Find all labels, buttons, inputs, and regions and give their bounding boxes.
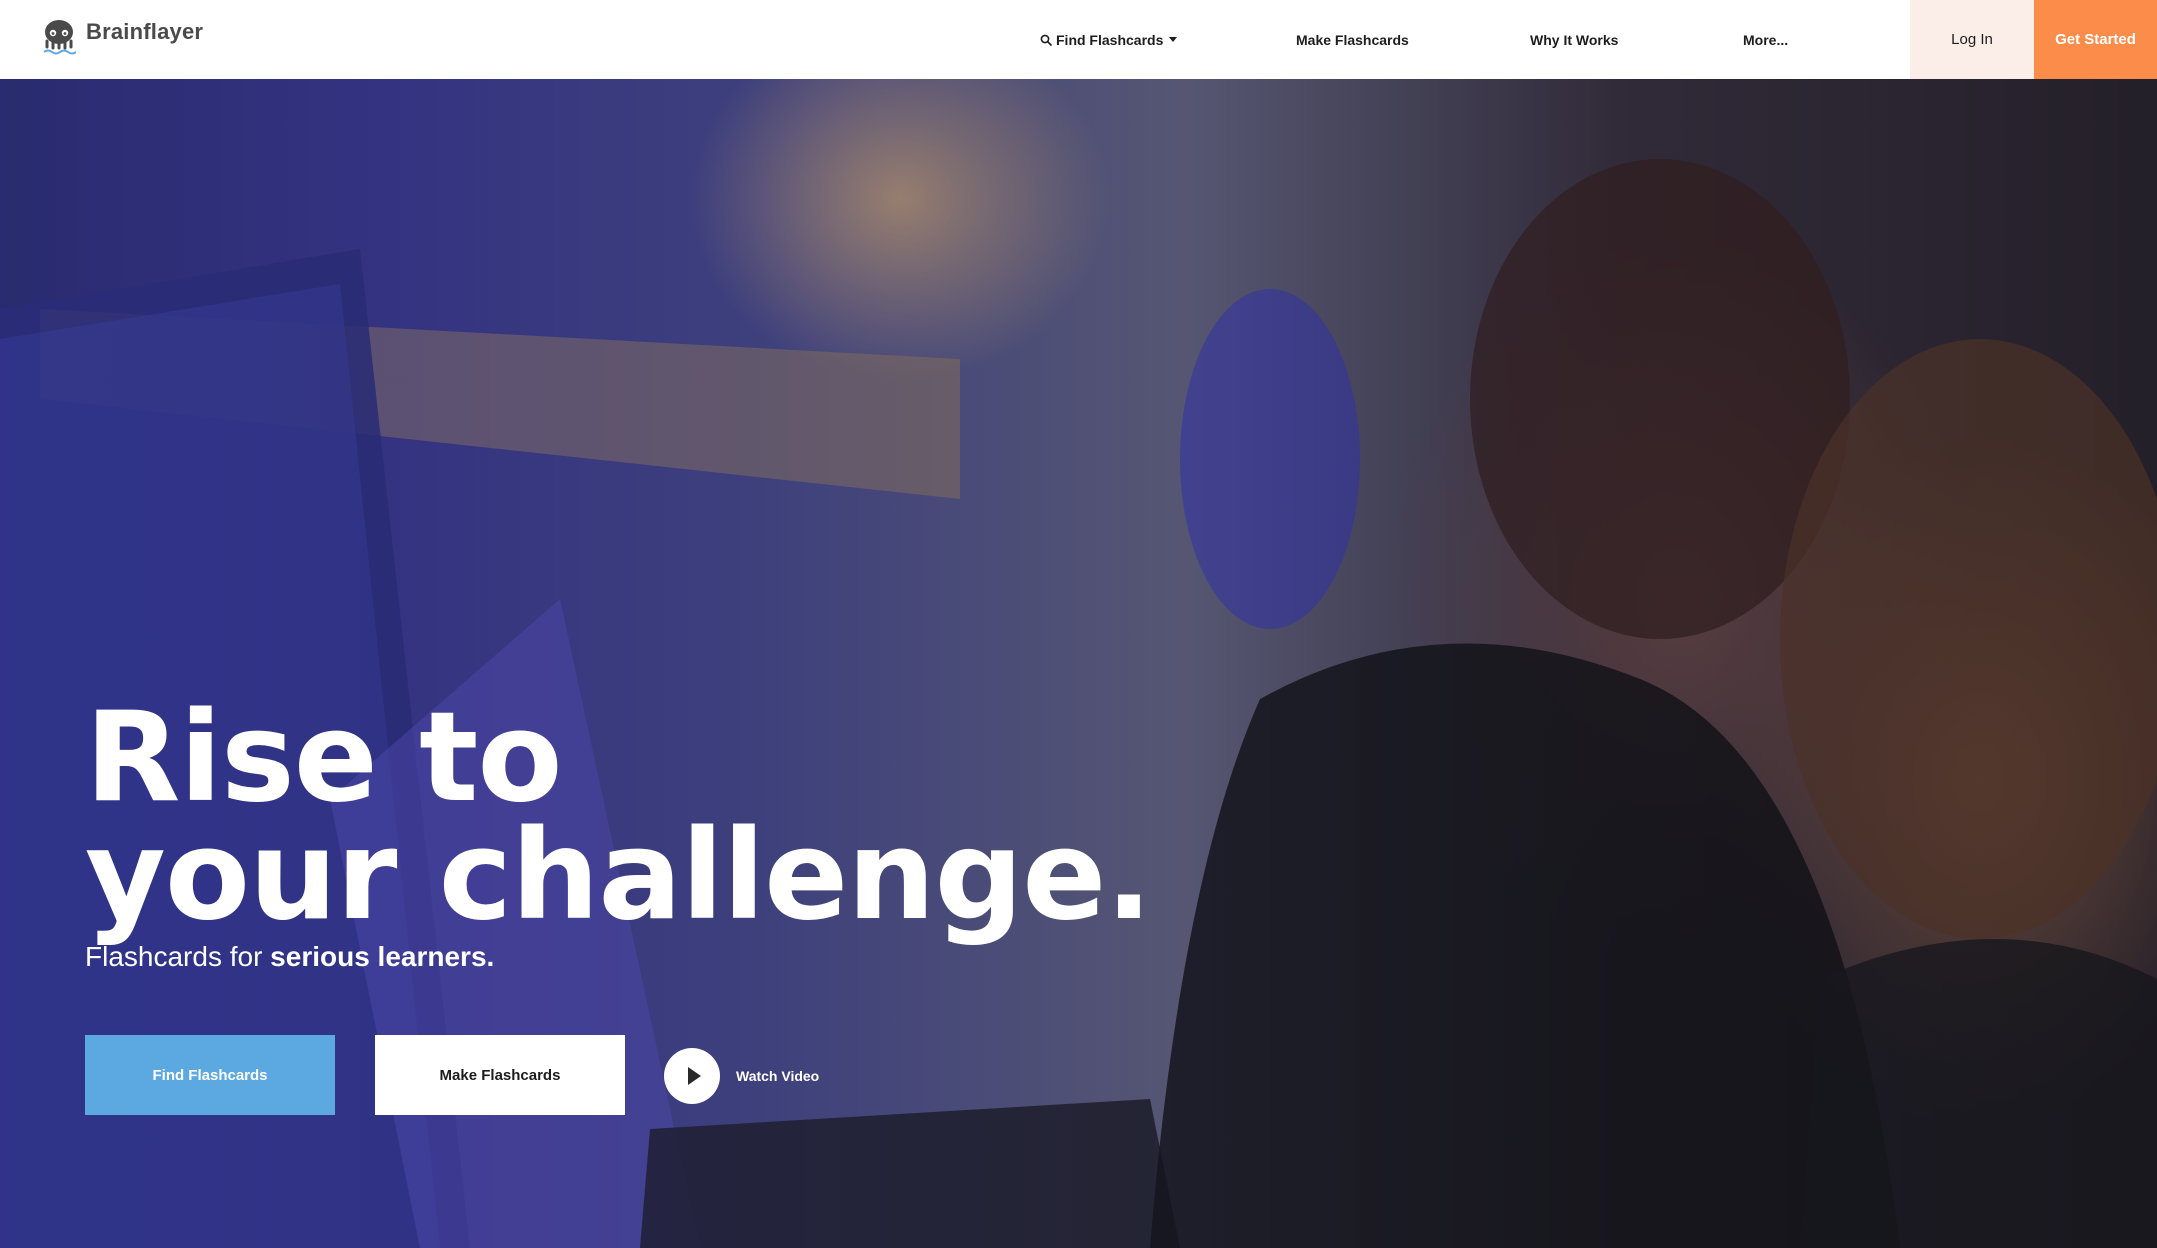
hero-subtitle-bold: serious learners. [270, 941, 495, 972]
caret-down-icon [1169, 37, 1178, 42]
watch-video-button[interactable]: Watch Video [664, 1048, 819, 1104]
login-button[interactable]: Log In [1910, 0, 2034, 79]
hero-title: Rise to your challenge. [85, 686, 1152, 948]
octopus-brain-icon [43, 20, 76, 55]
find-flashcards-button[interactable]: Find Flashcards [85, 1035, 335, 1115]
nav-find-flashcards[interactable]: Find Flashcards [1040, 26, 1178, 54]
nav-why-it-works[interactable]: Why It Works [1530, 26, 1618, 54]
get-started-button[interactable]: Get Started [2034, 0, 2157, 79]
top-navbar: Brainflayer Find Flashcards Make Flashca… [0, 0, 2157, 79]
nav-more[interactable]: More... [1743, 26, 1788, 54]
make-flashcards-button[interactable]: Make Flashcards [375, 1035, 625, 1115]
brand-logo[interactable]: Brainflayer [42, 17, 203, 57]
search-icon [1040, 34, 1052, 46]
play-icon[interactable] [664, 1048, 720, 1104]
hero-section: Rise to your challenge. Flashcards for s… [0, 79, 2157, 1248]
nav-make-flashcards[interactable]: Make Flashcards [1296, 26, 1409, 54]
brand-name: Brainflayer [86, 19, 204, 44]
hero-subtitle: Flashcards for serious learners. [85, 941, 494, 973]
hero-title-line-2: your challenge. [85, 804, 1152, 948]
nav-find-label: Find Flashcards [1056, 32, 1164, 48]
watch-video-label: Watch Video [736, 1068, 820, 1084]
hero-title-line-1: Rise to [85, 686, 563, 830]
hero-subtitle-prefix: Flashcards for [85, 941, 271, 972]
play-triangle [687, 1067, 701, 1085]
